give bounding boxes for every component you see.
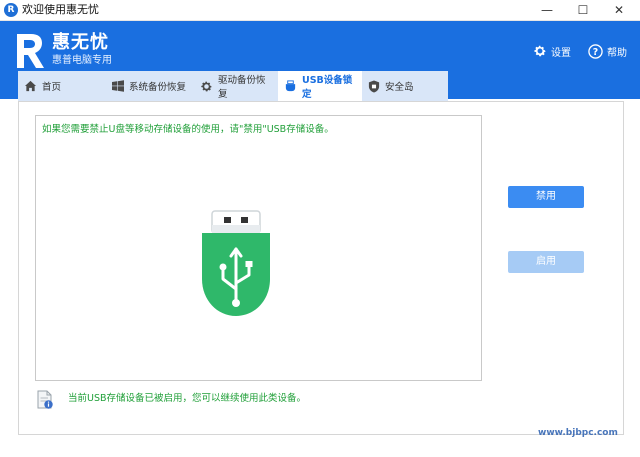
tab-home[interactable]: 首页 [18,71,106,101]
brand-subtitle: 惠普电脑专用 [52,55,112,66]
gear-icon [534,45,546,57]
enable-usb-button[interactable]: 启用 [508,251,584,273]
title-bar: R 欢迎使用惠无忧 — ☐ ✕ [0,0,640,21]
usb-drive-icon [202,210,270,316]
tab-bar: 首页 系统备份恢复 驱动备份恢复 USB设备锁定 安全岛 [18,71,448,101]
usb-status-panel: 如果您需要禁止U盘等移动存储设备的使用，请"禁用"USB存储设备。 [35,115,482,381]
tab-usb-lock[interactable]: USB设备锁定 [278,71,362,101]
tab-label: 驱动备份恢复 [218,75,266,100]
disable-usb-button[interactable]: 禁用 [508,186,584,208]
logo-icon [17,34,44,68]
tab-safe-island[interactable]: 安全岛 [362,71,448,101]
close-button[interactable]: ✕ [602,0,636,21]
tab-label: 首页 [42,82,62,93]
maximize-button[interactable]: ☐ [566,0,600,21]
watermark-text: www.bjbpc.com [538,428,618,438]
minimize-button[interactable]: — [530,0,564,21]
status-text: 当前USB存储设备已被启用，您可以继续使用此类设备。 [68,393,307,404]
svg-text:?: ? [593,46,598,57]
home-icon [24,80,37,92]
settings-label: 设置 [551,47,571,59]
tab-label: 安全岛 [385,82,414,93]
usb-icon [285,80,296,92]
tab-driver-backup[interactable]: 驱动备份恢复 [194,71,278,101]
app-icon: R [4,3,18,17]
hint-text: 如果您需要禁止U盘等移动存储设备的使用，请"禁用"USB存储设备。 [42,124,334,135]
tab-label: 系统备份恢复 [129,82,187,93]
help-label: 帮助 [607,47,627,59]
gear-icon [201,81,212,91]
document-info-icon [37,390,53,409]
windows-icon [112,80,124,92]
settings-button[interactable]: 设置 [533,41,571,61]
window-title: 欢迎使用惠无忧 [22,3,99,16]
shield-icon [368,79,380,93]
help-icon: ? [588,43,603,59]
tab-label: USB设备锁定 [302,75,353,100]
tab-system-backup[interactable]: 系统备份恢复 [106,71,194,101]
brand-name: 惠无忧 [52,32,109,53]
help-button[interactable]: ? 帮助 [588,41,627,61]
